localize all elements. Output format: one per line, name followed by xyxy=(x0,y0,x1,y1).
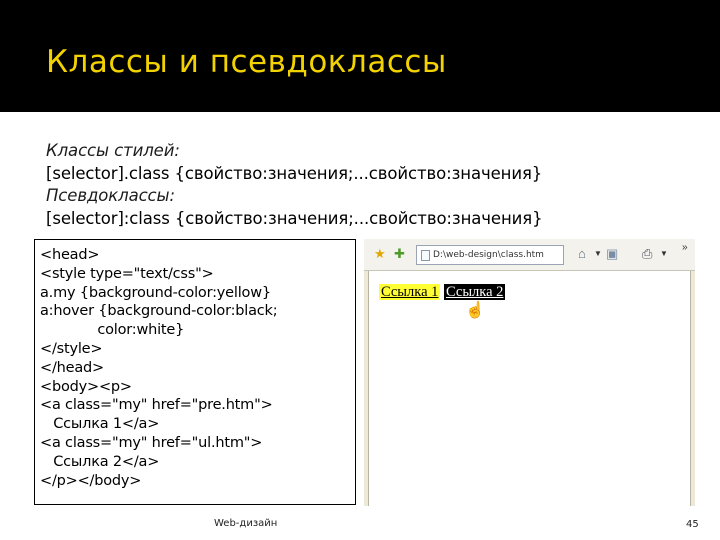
link-2-hover[interactable]: Ссылка 2 xyxy=(444,284,506,300)
code-line: </style> xyxy=(40,340,103,357)
code-example-box: <head> <style type="text/css"> a.my {bac… xyxy=(34,239,356,505)
code-line: </head> xyxy=(40,359,104,376)
footer-caption: Web-дизайн xyxy=(214,518,278,529)
syntax-line-pseudoclasses-label: Псевдоклассы: xyxy=(46,186,175,205)
link-1[interactable]: Ссылка 1 xyxy=(379,284,441,300)
syntax-line-classes-rule: [selector].class {свойство:значения;...с… xyxy=(46,163,543,183)
slide-title: Классы и псевдоклассы xyxy=(46,44,447,80)
print-icon[interactable]: ⎙ xyxy=(642,247,652,261)
toolbar-overflow-icon[interactable]: » xyxy=(682,242,688,253)
syntax-line-pseudoclasses-rule: [selector]:class {свойство:значения;...с… xyxy=(46,208,543,228)
favorites-star-icon[interactable]: ★ xyxy=(374,247,386,261)
code-line: a.my {background-color:yellow} xyxy=(40,284,271,301)
add-favorites-icon[interactable]: ✚ xyxy=(394,247,405,261)
code-line: </p></body> xyxy=(40,472,142,489)
code-line: Ссылка 2</a> xyxy=(40,453,160,470)
chevron-down-icon[interactable]: ▼ xyxy=(594,249,602,258)
code-line: <a class="my" href="ul.htm"> xyxy=(40,434,263,451)
code-line: <head> xyxy=(40,247,100,263)
hand-cursor-icon: ☝ xyxy=(465,302,485,319)
title-bar: Классы и псевдоклассы xyxy=(0,0,720,112)
page-number: 45 xyxy=(686,519,699,530)
code-line: <a class="my" href="pre.htm"> xyxy=(40,397,273,414)
syntax-block: Классы стилей: [selector].class {свойств… xyxy=(46,140,686,230)
code-line: <body><p> xyxy=(40,378,132,395)
code-line: a:hover {background-color:black; xyxy=(40,303,278,320)
feeds-icon[interactable]: ▣ xyxy=(606,247,618,261)
chevron-down-icon[interactable]: ▼ xyxy=(660,249,668,258)
browser-toolbar: ★ ✚ D:\web-design\class.htm ⌂ ▼ ▣ ⎙ ▼ » xyxy=(364,239,695,271)
link-row: Ссылка 1 Ссылка 2 xyxy=(379,283,506,301)
browser-viewport: Ссылка 1 Ссылка 2 ☝ xyxy=(368,271,691,506)
address-bar[interactable]: D:\web-design\class.htm xyxy=(416,245,564,265)
browser-screenshot: ★ ✚ D:\web-design\class.htm ⌂ ▼ ▣ ⎙ ▼ » … xyxy=(364,239,695,506)
syntax-line-classes-label: Классы стилей: xyxy=(46,141,180,160)
address-url: D:\web-design\class.htm xyxy=(433,250,544,260)
code-line: <style type="text/css"> xyxy=(40,265,214,282)
code-line: color:white} xyxy=(40,322,185,339)
page-icon xyxy=(421,249,430,261)
home-icon[interactable]: ⌂ xyxy=(578,247,586,261)
code-line: Ссылка 1</a> xyxy=(40,416,160,433)
